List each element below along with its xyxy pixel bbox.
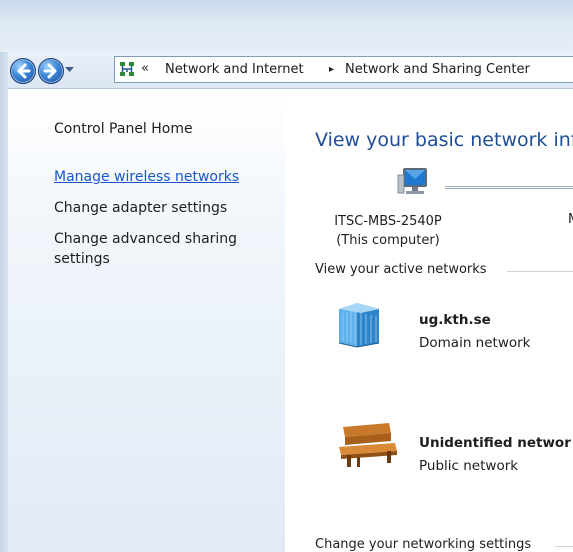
computer-name[interactable]: ITSC-MBS-2540P (This computer): [333, 212, 443, 250]
back-button[interactable]: [10, 58, 36, 84]
network-type-public[interactable]: Public network: [419, 458, 518, 474]
breadcrumb-network-and-sharing-center[interactable]: Network and Sharing Center: [345, 62, 530, 77]
task-pane: Control Panel Home Manage wireless netwo…: [8, 89, 285, 552]
change-advanced-sharing-link[interactable]: Change advanced sharing: [54, 229, 237, 249]
section-divider: [507, 271, 573, 272]
window-titlebar: [0, 0, 573, 52]
building-icon[interactable]: [335, 299, 383, 351]
change-advanced-sharing-link-cont[interactable]: settings: [54, 249, 110, 269]
active-networks-heading: View your active networks: [315, 262, 487, 277]
network-name-public: Unidentified networ: [419, 435, 571, 451]
window-left-border: [0, 52, 8, 552]
address-overflow-chevron[interactable]: «: [141, 61, 149, 76]
network-name-domain: ug.kth.se: [419, 312, 491, 328]
change-networking-settings-heading: Change your networking settings: [315, 537, 532, 552]
page-title: View your basic network inf: [315, 129, 573, 151]
park-bench-icon[interactable]: [337, 421, 399, 469]
arrow-left-icon: [17, 63, 31, 79]
manage-wireless-networks-link[interactable]: Manage wireless networks: [54, 167, 239, 187]
network-type-domain[interactable]: Domain network: [419, 335, 531, 351]
section-divider-2: [555, 546, 573, 547]
control-panel-home-link[interactable]: Control Panel Home: [54, 119, 193, 139]
next-network-node-label[interactable]: M: [568, 212, 573, 227]
arrow-right-icon: [43, 63, 57, 79]
change-adapter-settings-link[interactable]: Change adapter settings: [54, 198, 227, 218]
content-pane: View your basic network inf ITSC-MBS-254…: [285, 89, 573, 552]
recent-pages-dropdown-icon[interactable]: [65, 65, 74, 74]
navigation-toolbar: « Network and Internet ▸ Network and Sha…: [8, 52, 573, 89]
breadcrumb-network-and-internet[interactable]: Network and Internet: [165, 62, 304, 77]
forward-button[interactable]: [38, 58, 64, 84]
computer-icon[interactable]: [397, 165, 431, 199]
breadcrumb-separator[interactable]: ▸: [329, 64, 334, 75]
computer-name-label: ITSC-MBS-2540P: [334, 214, 442, 229]
network-connection-line: [445, 186, 573, 189]
address-bar[interactable]: « Network and Internet ▸ Network and Sha…: [114, 56, 573, 83]
computer-subtitle: (This computer): [336, 233, 440, 248]
network-center-icon: [120, 62, 134, 76]
